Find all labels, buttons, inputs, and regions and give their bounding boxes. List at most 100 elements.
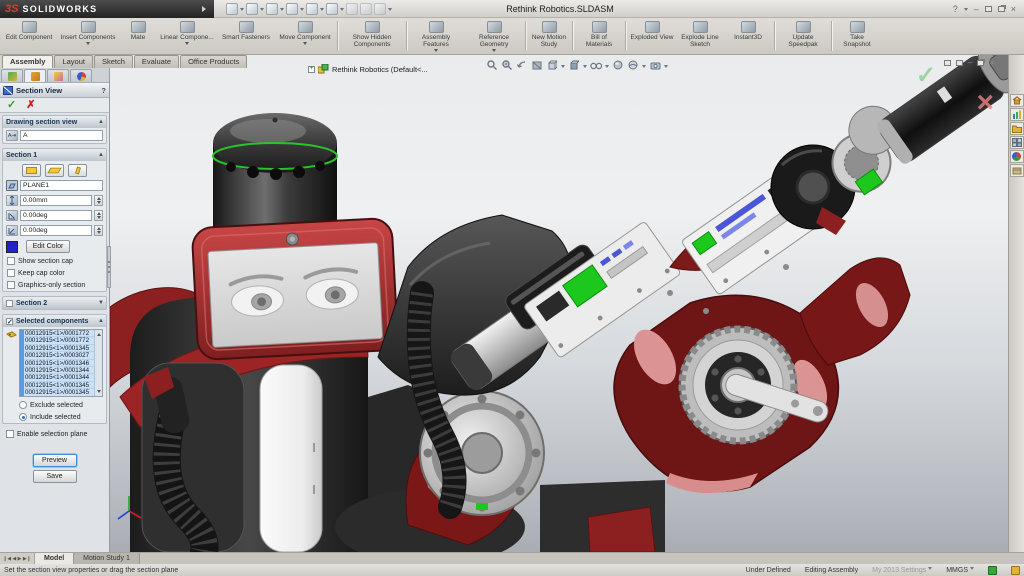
new-document-icon[interactable]: [226, 2, 238, 15]
selected-components-checkbox[interactable]: ✓: [6, 317, 13, 326]
doc-maximize-icon[interactable]: [955, 59, 963, 66]
dropdown-icon[interactable]: [605, 64, 609, 70]
x-rotation-field[interactable]: 0.00deg: [20, 210, 92, 221]
cascade-windows-icon[interactable]: [997, 5, 1005, 12]
custom-properties-icon[interactable]: [1009, 164, 1024, 177]
settings-dropdown[interactable]: My 2013 Settings: [872, 567, 933, 574]
list-item[interactable]: 00012915<1>/0001346: [24, 359, 102, 367]
collapse-chevron-icon[interactable]: ▲: [98, 119, 104, 125]
mate-button[interactable]: Mate: [120, 19, 156, 53]
section-name-field[interactable]: A: [20, 130, 103, 141]
section2-checkbox[interactable]: [6, 299, 13, 307]
property-manager-tab[interactable]: [24, 69, 46, 82]
edit-color-button[interactable]: Edit Color: [26, 240, 70, 253]
pm-help-icon[interactable]: ?: [101, 86, 106, 95]
group-header[interactable]: ✓ Selected components ▲: [3, 315, 106, 327]
list-item[interactable]: 00012915<1>/0001772: [24, 330, 102, 338]
collapse-chevron-icon[interactable]: ▲: [98, 152, 104, 158]
new-motion-study-button[interactable]: New Motion Study: [527, 19, 571, 53]
list-item[interactable]: 00012915<1>/0001345: [24, 381, 102, 390]
units-dropdown[interactable]: MMGS: [946, 567, 974, 574]
zoom-to-fit-icon[interactable]: [486, 59, 498, 71]
bill-of-materials-button[interactable]: Bill of Materials: [574, 19, 624, 53]
tab-layout[interactable]: Layout: [54, 55, 93, 68]
previous-view-icon[interactable]: [516, 59, 528, 71]
take-snapshot-button[interactable]: Take Snapshot: [833, 19, 881, 53]
help-dropdown-icon[interactable]: [963, 7, 968, 13]
group-header[interactable]: Section 2 ▼: [3, 297, 106, 309]
doc-restore-icon[interactable]: [943, 59, 951, 66]
list-item[interactable]: 00012915<1>/0001344: [24, 366, 102, 375]
dropdown-icon[interactable]: [303, 42, 307, 47]
close-icon[interactable]: ×: [1011, 4, 1016, 14]
save-dropdown-icon[interactable]: [280, 7, 284, 13]
move-component-button[interactable]: Move Component: [274, 19, 336, 53]
x-rotation-spinner[interactable]: [94, 210, 103, 221]
list-scrollbar[interactable]: [94, 330, 102, 396]
hide-show-items-icon[interactable]: [590, 59, 602, 71]
top-plane-button[interactable]: [45, 164, 64, 177]
panel-splitter-handle[interactable]: [107, 246, 111, 288]
help-icon[interactable]: ?: [953, 4, 958, 14]
right-plane-button[interactable]: [68, 164, 87, 177]
doc-close-icon[interactable]: ×: [989, 58, 994, 67]
dropdown-icon[interactable]: [492, 49, 496, 54]
display-manager-tab[interactable]: [70, 69, 92, 82]
list-item[interactable]: 00012915<1>/0003027: [24, 352, 102, 360]
y-rotation-spinner[interactable]: [94, 225, 103, 236]
preview-button[interactable]: Preview: [32, 454, 77, 467]
enable-selection-plane-checkbox[interactable]: Enable selection plane: [2, 428, 107, 440]
save-section-button[interactable]: Save: [32, 470, 77, 483]
graphics-viewport[interactable]: + Rethink Robotics (Default<... – × ✓ ×: [110, 55, 1008, 552]
model-tab[interactable]: Model: [34, 553, 75, 564]
show-hidden-components-button[interactable]: Show Hidden Components: [339, 19, 405, 53]
cancel-button[interactable]: ✗: [26, 99, 35, 111]
front-plane-button[interactable]: [22, 164, 41, 177]
doc-minimize-icon[interactable]: –: [968, 58, 972, 67]
dropdown-icon[interactable]: [583, 64, 587, 70]
new-dropdown-icon[interactable]: [240, 7, 244, 13]
feature-tree-flyout[interactable]: + Rethink Robotics (Default<...: [308, 64, 428, 74]
feature-manager-tab[interactable]: [1, 69, 23, 82]
tab-evaluate[interactable]: Evaluate: [133, 55, 180, 68]
collapse-chevron-icon[interactable]: ▲: [98, 318, 104, 324]
y-rotation-field[interactable]: 0.00deg: [20, 225, 92, 236]
show-section-cap-checkbox[interactable]: Show section cap: [3, 255, 106, 267]
tab-scroll-buttons[interactable]: ❙◀ ◀ ▶ ▶❙: [0, 553, 35, 564]
tab-assembly[interactable]: Assembly: [2, 55, 54, 68]
apply-scene-icon[interactable]: [627, 59, 639, 71]
ok-button[interactable]: ✓: [7, 99, 16, 111]
dropdown-icon[interactable]: [434, 49, 438, 54]
include-selected-radio[interactable]: Include selected: [3, 411, 106, 423]
insert-components-button[interactable]: Insert Components: [56, 19, 120, 53]
configuration-manager-tab[interactable]: [47, 69, 69, 82]
list-item[interactable]: 00012915<1>/0001772: [24, 337, 102, 345]
menu-expand-arrow-icon[interactable]: [202, 5, 209, 12]
explode-line-sketch-button[interactable]: Explode Line Sketch: [677, 19, 723, 53]
exclude-selected-radio[interactable]: Exclude selected: [3, 399, 106, 411]
save-icon[interactable]: [266, 2, 278, 15]
graphics-only-section-checkbox[interactable]: Graphics-only section: [3, 279, 106, 291]
display-style-icon[interactable]: [568, 59, 580, 71]
tab-office-products[interactable]: Office Products: [180, 55, 248, 68]
solidworks-resources-icon[interactable]: [1009, 94, 1024, 107]
list-item[interactable]: 00012915<1>/0001344: [24, 374, 102, 382]
design-library-icon[interactable]: [1009, 108, 1024, 121]
dropdown-icon[interactable]: [561, 64, 565, 70]
dropdown-icon[interactable]: [86, 42, 90, 47]
section-color-swatch[interactable]: [6, 240, 18, 253]
list-item[interactable]: 00012915<1>/0001345: [24, 389, 102, 396]
open-icon[interactable]: [246, 2, 258, 15]
expand-chevron-icon[interactable]: ▼: [98, 300, 104, 306]
selected-components-list[interactable]: 00012915<1>/0001772 00012915<1>/0001772 …: [19, 329, 103, 397]
group-header[interactable]: Drawing section view ▲: [3, 116, 106, 128]
exploded-view-button[interactable]: Exploded View: [627, 19, 677, 53]
linear-component-pattern-button[interactable]: Linear Compone...: [156, 19, 218, 53]
tree-expand-icon[interactable]: +: [308, 65, 315, 73]
doc-cascade-icon[interactable]: [977, 59, 985, 66]
file-explorer-icon[interactable]: [1009, 122, 1024, 135]
reference-geometry-button[interactable]: Reference Geometry: [464, 19, 524, 53]
tag-icon[interactable]: [1011, 565, 1020, 575]
offset-spinner[interactable]: [94, 195, 103, 206]
group-header[interactable]: Section 1 ▲: [3, 149, 106, 161]
